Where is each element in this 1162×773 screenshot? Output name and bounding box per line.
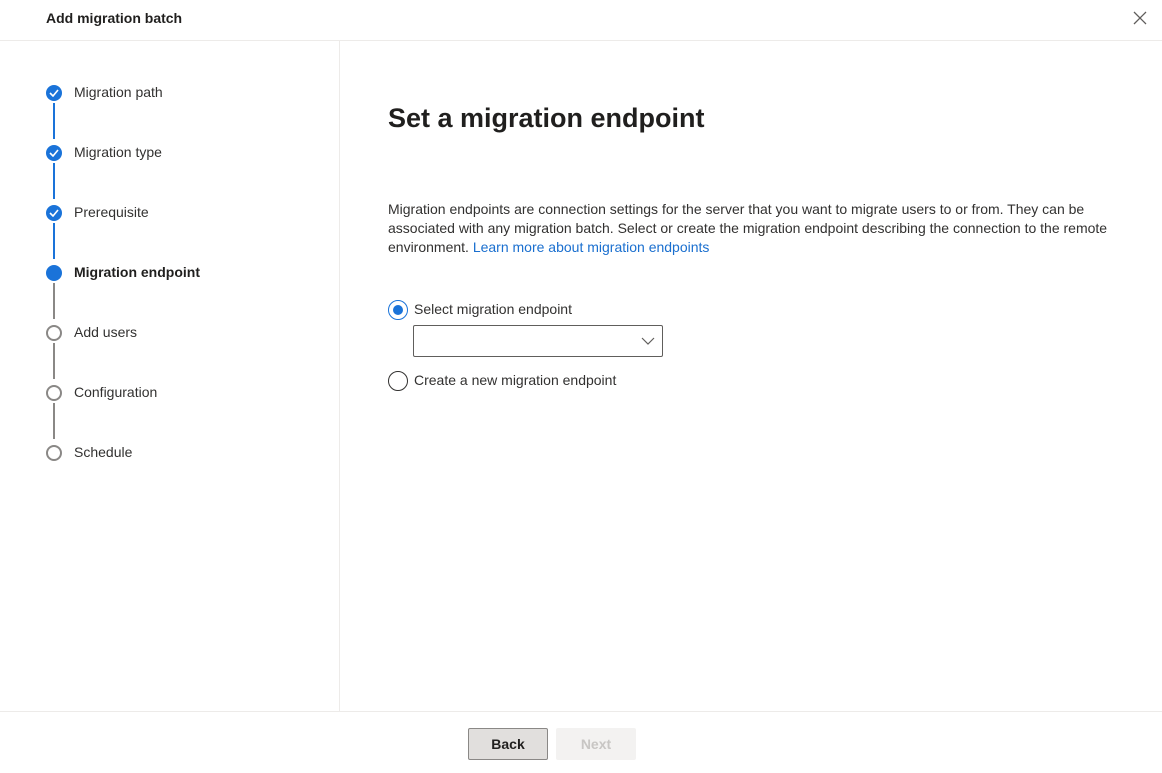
description: Migration endpoints are connection setti… bbox=[388, 200, 1108, 257]
step-label: Add users bbox=[74, 324, 138, 340]
step-add-users: Add users bbox=[0, 321, 340, 345]
step-label: Prerequisite bbox=[74, 204, 149, 220]
dialog-header: Add migration batch bbox=[0, 0, 1162, 41]
pending-step-icon bbox=[46, 325, 62, 341]
step-migration-type: Migration type bbox=[0, 141, 340, 165]
pending-step-icon bbox=[46, 445, 62, 461]
dialog-footer: Back Next bbox=[0, 711, 1162, 773]
main-content: Set a migration endpoint Migration endpo… bbox=[340, 41, 1162, 711]
radio-label: Select migration endpoint bbox=[414, 301, 572, 317]
step-connector bbox=[53, 283, 55, 319]
close-icon[interactable] bbox=[1130, 8, 1150, 28]
endpoint-dropdown[interactable] bbox=[413, 325, 663, 357]
current-step-icon bbox=[46, 265, 62, 281]
step-connector bbox=[53, 223, 55, 259]
check-icon bbox=[46, 205, 62, 221]
pending-step-icon bbox=[46, 385, 62, 401]
steps-pane: Migration path Migration type Prerequisi… bbox=[0, 41, 340, 711]
step-prerequisite: Prerequisite bbox=[0, 201, 340, 225]
learn-more-link[interactable]: Learn more about migration endpoints bbox=[473, 239, 710, 255]
step-migration-path: Migration path bbox=[0, 81, 340, 105]
step-migration-endpoint: Migration endpoint bbox=[0, 261, 340, 285]
next-button[interactable]: Next bbox=[556, 728, 636, 760]
back-button[interactable]: Back bbox=[468, 728, 548, 760]
check-icon bbox=[46, 85, 62, 101]
step-label: Configuration bbox=[74, 384, 158, 400]
step-label: Migration type bbox=[74, 144, 162, 160]
step-label: Schedule bbox=[74, 444, 133, 460]
select-endpoint-option[interactable]: Select migration endpoint bbox=[388, 300, 788, 322]
step-schedule: Schedule bbox=[0, 441, 340, 465]
dialog-title: Add migration batch bbox=[46, 10, 183, 26]
step-label: Migration path bbox=[74, 84, 163, 100]
radio-button-unchecked[interactable] bbox=[388, 371, 408, 391]
step-connector bbox=[53, 403, 55, 439]
radio-button-checked[interactable] bbox=[388, 300, 408, 320]
page-title: Set a migration endpoint bbox=[388, 103, 705, 133]
radio-label: Create a new migration endpoint bbox=[414, 372, 617, 388]
step-connector bbox=[53, 163, 55, 199]
create-endpoint-option[interactable]: Create a new migration endpoint bbox=[388, 371, 788, 393]
chevron-down-icon bbox=[641, 337, 655, 345]
check-icon bbox=[46, 145, 62, 161]
step-connector bbox=[53, 343, 55, 379]
step-label: Migration endpoint bbox=[74, 264, 200, 280]
step-connector bbox=[53, 103, 55, 139]
step-configuration: Configuration bbox=[0, 381, 340, 405]
